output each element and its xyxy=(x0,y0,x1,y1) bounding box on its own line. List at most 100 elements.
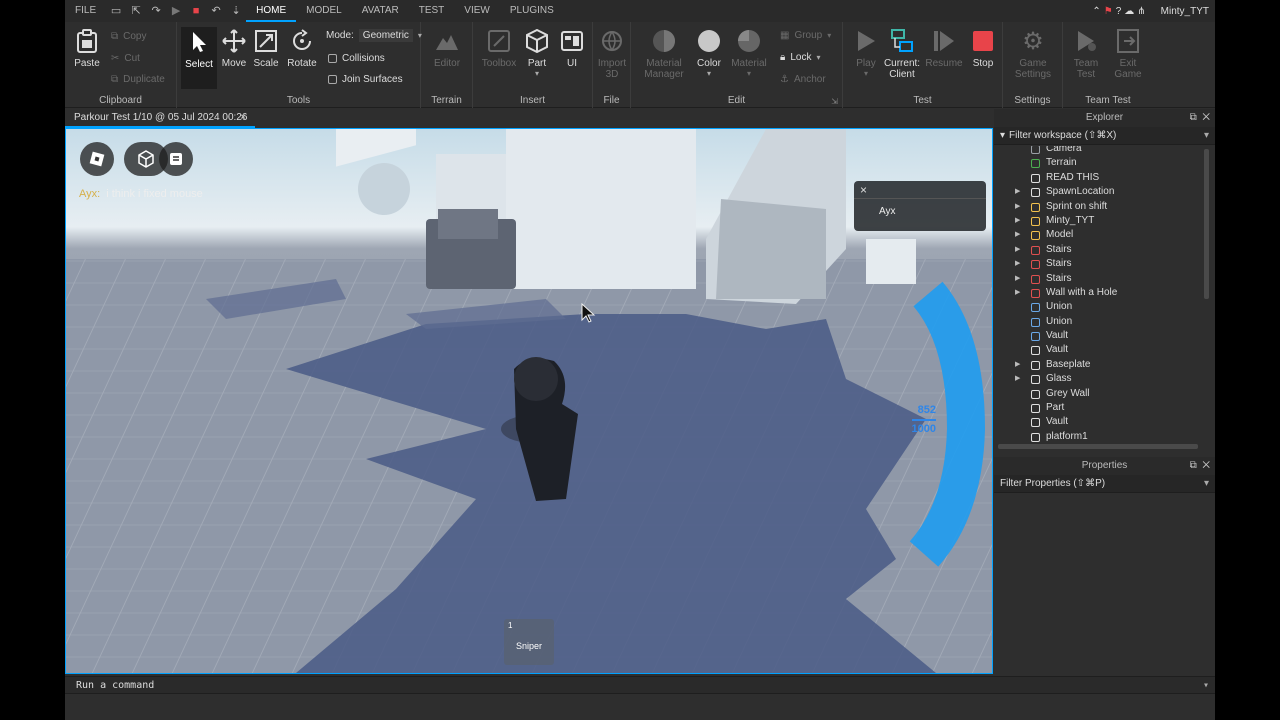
command-input[interactable]: Run a command xyxy=(76,680,154,691)
command-dropdown-icon[interactable]: ▾ xyxy=(1203,677,1209,694)
explorer-item[interactable]: Camera xyxy=(994,146,1202,156)
close-properties-icon[interactable]: ✕ xyxy=(1202,460,1210,471)
expand-arrow-icon[interactable]: ▶ xyxy=(1015,214,1020,228)
edit-expand-icon[interactable]: ⇲ xyxy=(831,97,838,106)
play-dropdown-icon[interactable]: ▾ xyxy=(846,69,886,78)
collisions-checkbox[interactable] xyxy=(328,54,337,63)
expand-arrow-icon[interactable]: ▶ xyxy=(1015,372,1020,386)
play-icon[interactable]: ▶ xyxy=(170,5,182,17)
game-settings-button[interactable]: ⚙ Game Settings xyxy=(1011,28,1055,81)
tab-home[interactable]: HOME xyxy=(246,0,297,22)
explorer-item[interactable]: ▶ Stairs xyxy=(994,257,1202,271)
stop-icon[interactable]: ■ xyxy=(190,5,202,17)
explorer-item[interactable]: Union xyxy=(994,300,1202,314)
overflow-icon[interactable]: ⇣ xyxy=(230,5,242,17)
share-icon[interactable]: ⋔ xyxy=(1137,6,1145,17)
export-icon[interactable]: ⇱ xyxy=(130,5,142,17)
help-icon[interactable]: ? xyxy=(1116,6,1122,17)
color-dropdown-icon[interactable]: ▾ xyxy=(689,69,729,78)
explorer-item[interactable]: Grey Wall xyxy=(994,387,1202,401)
explorer-item[interactable]: ▶ Glass xyxy=(994,372,1202,386)
tab-view[interactable]: VIEW xyxy=(454,0,500,22)
explorer-item[interactable]: Terrain xyxy=(994,156,1202,170)
material-button[interactable]: Material ▾ xyxy=(728,28,770,78)
select-button[interactable]: Select xyxy=(181,27,217,89)
current-client-button[interactable]: Current: Client xyxy=(881,28,923,80)
explorer-item[interactable]: Vault xyxy=(994,343,1202,357)
cloud-icon[interactable]: ☁ xyxy=(1124,6,1134,17)
join-surfaces-checkbox[interactable] xyxy=(328,75,337,84)
scale-button[interactable]: Scale xyxy=(246,28,286,69)
anchor-button[interactable]: ⚓︎ Anchor xyxy=(780,74,826,85)
chat-toggle-button[interactable] xyxy=(159,142,193,176)
team-test-button[interactable]: Team Test xyxy=(1066,28,1106,80)
expand-arrow-icon[interactable]: ▶ xyxy=(1015,228,1020,242)
explorer-item[interactable]: ▶ Minty_TYT xyxy=(994,214,1202,228)
material-manager-button[interactable]: Material Manager xyxy=(641,28,687,80)
expand-arrow-icon[interactable]: ▶ xyxy=(1015,272,1020,286)
explorer-item[interactable]: ▶ SpawnLocation xyxy=(994,185,1202,199)
command-bar[interactable]: Run a command ▾ xyxy=(65,676,1215,694)
explorer-item[interactable]: ▶ Sprint on shift xyxy=(994,200,1202,214)
explorer-item[interactable]: ▶ Stairs xyxy=(994,243,1202,257)
expand-arrow-icon[interactable]: ▶ xyxy=(1015,200,1020,214)
explorer-item[interactable]: Union xyxy=(994,315,1202,329)
hotbar-slot[interactable]: 1 Sniper xyxy=(504,619,554,665)
expand-arrow-icon[interactable]: ▶ xyxy=(1015,286,1020,300)
explorer-item[interactable]: READ THIS xyxy=(994,171,1202,185)
material-dropdown-icon[interactable]: ▾ xyxy=(728,69,770,78)
undo-icon[interactable]: ↶ xyxy=(210,5,222,17)
color-button[interactable]: Color ▾ xyxy=(689,28,729,78)
explorer-item[interactable]: Part xyxy=(994,401,1202,415)
expand-arrow-icon[interactable]: ▶ xyxy=(1015,358,1020,372)
part-button[interactable]: Part ▾ xyxy=(517,28,557,78)
file-menu[interactable]: FILE xyxy=(65,0,106,22)
mode-value[interactable]: Geometric xyxy=(358,29,413,42)
redo-icon[interactable]: ↷ xyxy=(150,5,162,17)
new-file-icon[interactable]: ▭ xyxy=(110,5,122,17)
username[interactable]: Minty_TYT xyxy=(1161,6,1209,17)
close-tab-icon[interactable]: × xyxy=(240,109,246,127)
game-viewport[interactable]: Ayx: i think i fixed mouse × Ayx 852 1000… xyxy=(65,128,993,674)
tab-test[interactable]: TEST xyxy=(409,0,455,22)
document-tab[interactable]: Parkour Test 1/10 @ 05 Jul 2024 00:26 × xyxy=(65,109,255,128)
tab-model[interactable]: MODEL xyxy=(296,0,352,22)
group-button[interactable]: ▦ Group ▾ xyxy=(780,30,831,41)
collisions-toggle[interactable]: Collisions xyxy=(328,53,385,64)
explorer-item[interactable]: ▶ Wall with a Hole xyxy=(994,286,1202,300)
explorer-item[interactable]: ▶ Model xyxy=(994,228,1202,242)
expand-arrow-icon[interactable]: ▶ xyxy=(1015,185,1020,199)
terrain-editor-button[interactable]: Editor xyxy=(427,28,467,69)
filter-dropdown-icon[interactable]: ▾ xyxy=(1204,475,1209,493)
play-button[interactable]: Play ▾ xyxy=(846,28,886,78)
explorer-horizontal-scrollbar[interactable] xyxy=(998,444,1198,449)
properties-filter[interactable]: Filter Properties (⇧⌘P) ▾ xyxy=(994,475,1215,493)
lock-button[interactable]: 🔒︎ Lock ▾ xyxy=(780,52,820,63)
explorer-item[interactable]: platform1 xyxy=(994,430,1202,442)
paste-button[interactable]: Paste xyxy=(67,28,107,69)
cut-button[interactable]: ✂ Cut xyxy=(111,53,140,64)
rotate-button[interactable]: Rotate xyxy=(282,28,322,69)
mode-selector[interactable]: Mode: Geometric ▾ xyxy=(326,29,422,42)
undock-icon[interactable]: ⧉ xyxy=(1190,112,1197,123)
toolbox-button[interactable]: Toolbox xyxy=(479,28,519,69)
notification-icon[interactable]: ⚑ xyxy=(1104,6,1113,17)
explorer-item[interactable]: Vault xyxy=(994,415,1202,429)
explorer-filter[interactable]: ▾ Filter workspace (⇧⌘X) ▾ xyxy=(994,127,1215,145)
part-dropdown-icon[interactable]: ▾ xyxy=(517,69,557,78)
explorer-item[interactable]: ▶ Stairs xyxy=(994,272,1202,286)
tab-plugins[interactable]: PLUGINS xyxy=(500,0,564,22)
copy-button[interactable]: ⧉ Copy xyxy=(111,31,147,42)
filter-dropdown-icon[interactable]: ▾ xyxy=(1204,127,1209,145)
explorer-vertical-scrollbar[interactable] xyxy=(1204,149,1209,299)
ui-button[interactable]: UI xyxy=(552,28,592,69)
expand-arrow-icon[interactable]: ▶ xyxy=(1015,243,1020,257)
import-3d-button[interactable]: Import 3D xyxy=(593,28,631,80)
close-explorer-icon[interactable]: ✕ xyxy=(1202,112,1210,123)
roblox-menu-button[interactable] xyxy=(80,142,114,176)
resume-button[interactable]: Resume xyxy=(923,28,965,69)
explorer-item[interactable]: ▶ Baseplate xyxy=(994,358,1202,372)
stop-button[interactable]: Stop xyxy=(963,28,1003,69)
duplicate-button[interactable]: ⧉ Duplicate xyxy=(111,74,165,85)
collapse-icon[interactable]: ⌃ xyxy=(1092,6,1100,17)
